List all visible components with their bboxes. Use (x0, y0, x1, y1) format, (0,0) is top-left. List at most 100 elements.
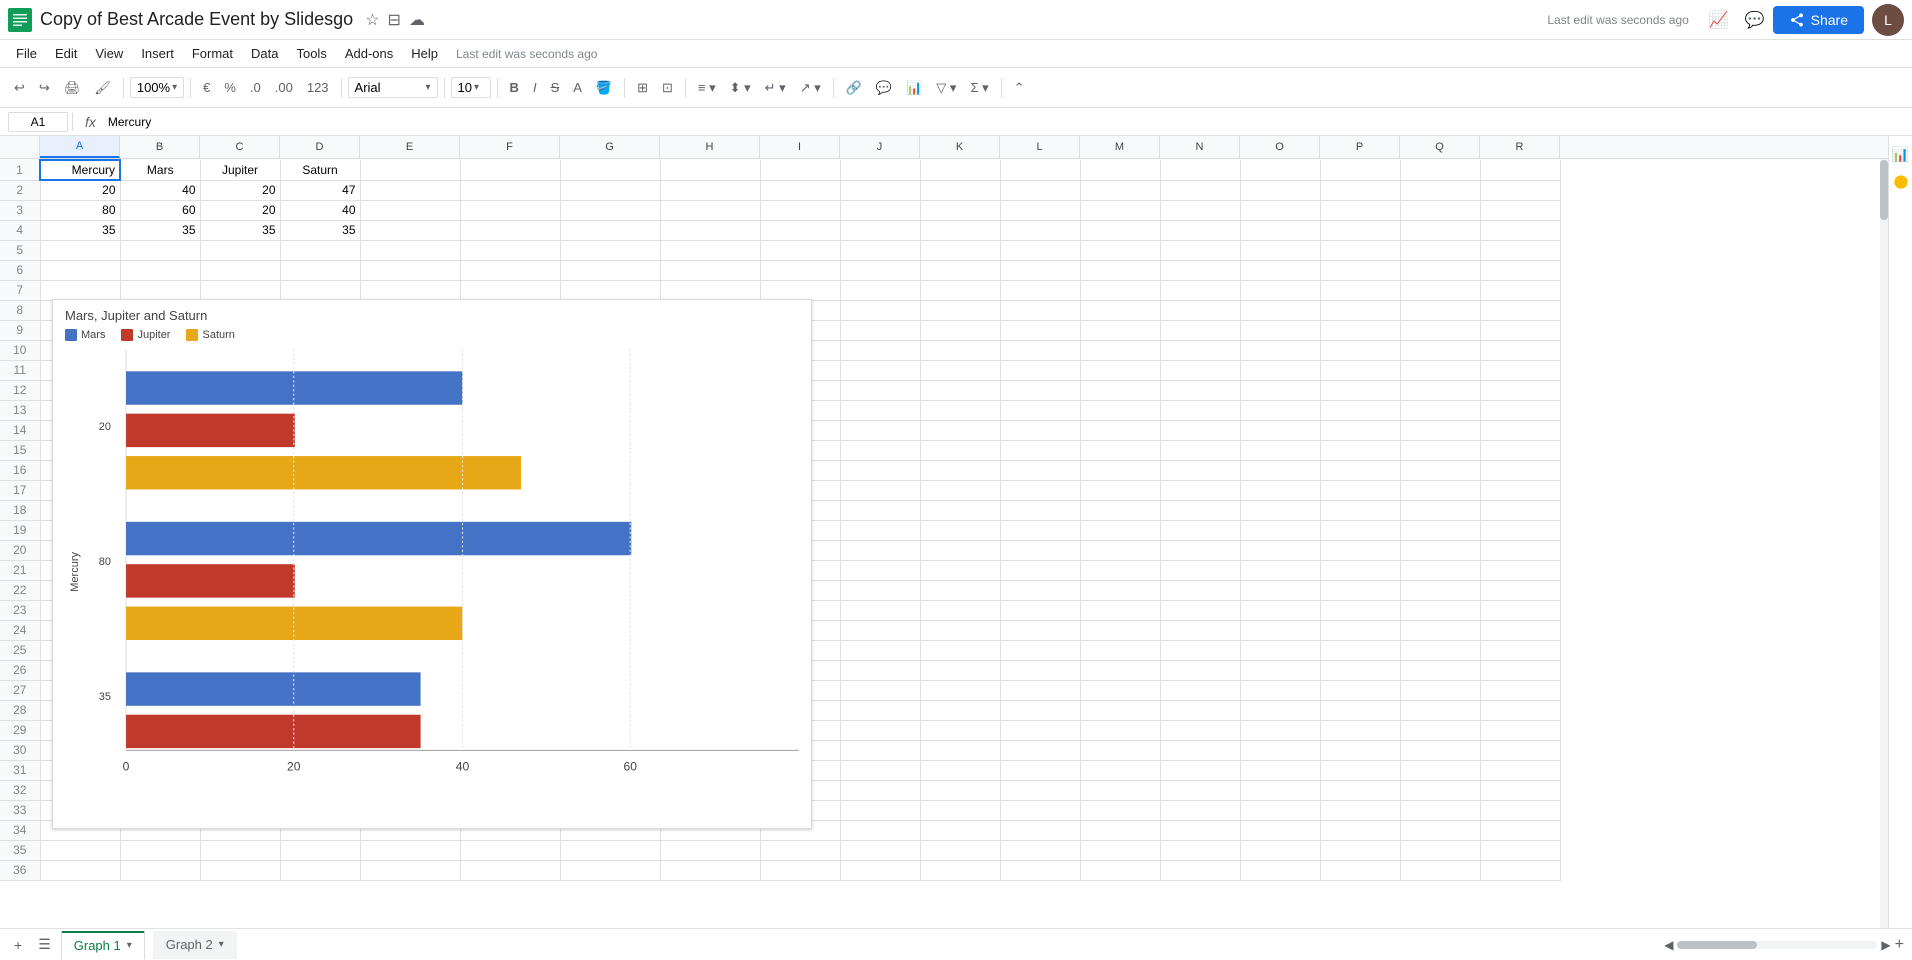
cell-r13-c15[interactable] (1240, 400, 1320, 420)
cell-r12-c10[interactable] (840, 380, 920, 400)
cell-r5-c11[interactable] (920, 240, 1000, 260)
cell-r22-c11[interactable] (920, 580, 1000, 600)
cell-r22-c16[interactable] (1320, 580, 1400, 600)
cell-r32-c17[interactable] (1400, 780, 1480, 800)
cell-r21-c17[interactable] (1400, 560, 1480, 580)
cell-r32-c10[interactable] (840, 780, 920, 800)
cell-r10-c15[interactable] (1240, 340, 1320, 360)
cell-r6-c4[interactable] (280, 260, 360, 280)
cell-r14-c12[interactable] (1000, 420, 1080, 440)
cell-r13-c11[interactable] (920, 400, 1000, 420)
cell-r35-c7[interactable] (560, 840, 660, 860)
h-align-btn[interactable]: ≡ ▾ (692, 76, 722, 100)
cell-r7-c12[interactable] (1000, 280, 1080, 300)
cell-r36-c9[interactable] (760, 860, 840, 880)
cell-r7-c7[interactable] (560, 280, 660, 300)
doc-title[interactable]: Copy of Best Arcade Event by Slidesgo (40, 9, 353, 30)
cell-r9-c13[interactable] (1080, 320, 1160, 340)
cell-r1-c11[interactable] (920, 160, 1000, 180)
cell-r27-c16[interactable] (1320, 680, 1400, 700)
cell-r34-c10[interactable] (840, 820, 920, 840)
cell-r31-c12[interactable] (1000, 760, 1080, 780)
cell-r4-c18[interactable] (1480, 220, 1560, 240)
cell-r7-c5[interactable] (360, 280, 460, 300)
cell-r27-c15[interactable] (1240, 680, 1320, 700)
menu-file[interactable]: File (8, 44, 45, 63)
cell-r18-c18[interactable] (1480, 500, 1560, 520)
cell-r13-c10[interactable] (840, 400, 920, 420)
cell-r6-c18[interactable] (1480, 260, 1560, 280)
cell-r3-c5[interactable] (360, 200, 460, 220)
cell-r27-c11[interactable] (920, 680, 1000, 700)
cell-r24-c15[interactable] (1240, 620, 1320, 640)
cell-r7-c15[interactable] (1240, 280, 1320, 300)
cell-r23-c11[interactable] (920, 600, 1000, 620)
cell-r16-c14[interactable] (1160, 460, 1240, 480)
cell-r4-c16[interactable] (1320, 220, 1400, 240)
cell-r1-c5[interactable] (360, 160, 460, 180)
cell-r23-c14[interactable] (1160, 600, 1240, 620)
cell-r17-c16[interactable] (1320, 480, 1400, 500)
menu-insert[interactable]: Insert (133, 44, 182, 63)
cell-r9-c17[interactable] (1400, 320, 1480, 340)
sheet-tab-graph1-arrow[interactable]: ▾ (127, 940, 132, 951)
cell-r19-c15[interactable] (1240, 520, 1320, 540)
cell-r36-c8[interactable] (660, 860, 760, 880)
cell-r19-c12[interactable] (1000, 520, 1080, 540)
cell-r2-c2[interactable]: 40 (120, 180, 200, 200)
cell-r3-c7[interactable] (560, 200, 660, 220)
cell-r15-c11[interactable] (920, 440, 1000, 460)
cell-r22-c15[interactable] (1240, 580, 1320, 600)
horizontal-scrollbar[interactable] (1677, 941, 1877, 949)
col-header-J[interactable]: J (840, 136, 920, 158)
cell-r30-c13[interactable] (1080, 740, 1160, 760)
cell-r4-c5[interactable] (360, 220, 460, 240)
cell-r17-c14[interactable] (1160, 480, 1240, 500)
cell-r6-c10[interactable] (840, 260, 920, 280)
cell-r33-c11[interactable] (920, 800, 1000, 820)
cell-r10-c12[interactable] (1000, 340, 1080, 360)
cell-r2-c14[interactable] (1160, 180, 1240, 200)
cell-r5-c13[interactable] (1080, 240, 1160, 260)
cell-r11-c16[interactable] (1320, 360, 1400, 380)
cell-r20-c10[interactable] (840, 540, 920, 560)
cell-r35-c17[interactable] (1400, 840, 1480, 860)
col-header-B[interactable]: B (120, 136, 200, 158)
cell-r1-c1[interactable]: Mercury (40, 160, 120, 180)
cell-r26-c16[interactable] (1320, 660, 1400, 680)
cell-r35-c16[interactable] (1320, 840, 1400, 860)
col-header-R[interactable]: R (1480, 136, 1560, 158)
cell-r25-c16[interactable] (1320, 640, 1400, 660)
cell-r24-c13[interactable] (1080, 620, 1160, 640)
cell-r22-c18[interactable] (1480, 580, 1560, 600)
cell-r14-c18[interactable] (1480, 420, 1560, 440)
decimal-more-btn[interactable]: .00 (269, 76, 299, 99)
cell-r36-c4[interactable] (280, 860, 360, 880)
cell-r36-c3[interactable] (200, 860, 280, 880)
menu-data[interactable]: Data (243, 44, 286, 63)
cell-r29-c18[interactable] (1480, 720, 1560, 740)
add-sheet-btn[interactable]: + (8, 933, 28, 957)
cell-r12-c11[interactable] (920, 380, 1000, 400)
cell-r30-c10[interactable] (840, 740, 920, 760)
cell-r35-c15[interactable] (1240, 840, 1320, 860)
menu-edit[interactable]: Edit (47, 44, 85, 63)
cell-r28-c17[interactable] (1400, 700, 1480, 720)
cell-r5-c2[interactable] (120, 240, 200, 260)
cell-r25-c18[interactable] (1480, 640, 1560, 660)
cell-r32-c15[interactable] (1240, 780, 1320, 800)
cell-r21-c10[interactable] (840, 560, 920, 580)
cell-r4-c15[interactable] (1240, 220, 1320, 240)
cell-r8-c12[interactable] (1000, 300, 1080, 320)
cell-r9-c14[interactable] (1160, 320, 1240, 340)
cell-r26-c18[interactable] (1480, 660, 1560, 680)
cell-r7-c18[interactable] (1480, 280, 1560, 300)
cell-r21-c16[interactable] (1320, 560, 1400, 580)
cell-r32-c18[interactable] (1480, 780, 1560, 800)
cell-r25-c14[interactable] (1160, 640, 1240, 660)
functions-btn[interactable]: Σ ▾ (964, 76, 994, 100)
cell-r5-c3[interactable] (200, 240, 280, 260)
cell-r36-c6[interactable] (460, 860, 560, 880)
cell-r36-c7[interactable] (560, 860, 660, 880)
cell-r21-c14[interactable] (1160, 560, 1240, 580)
